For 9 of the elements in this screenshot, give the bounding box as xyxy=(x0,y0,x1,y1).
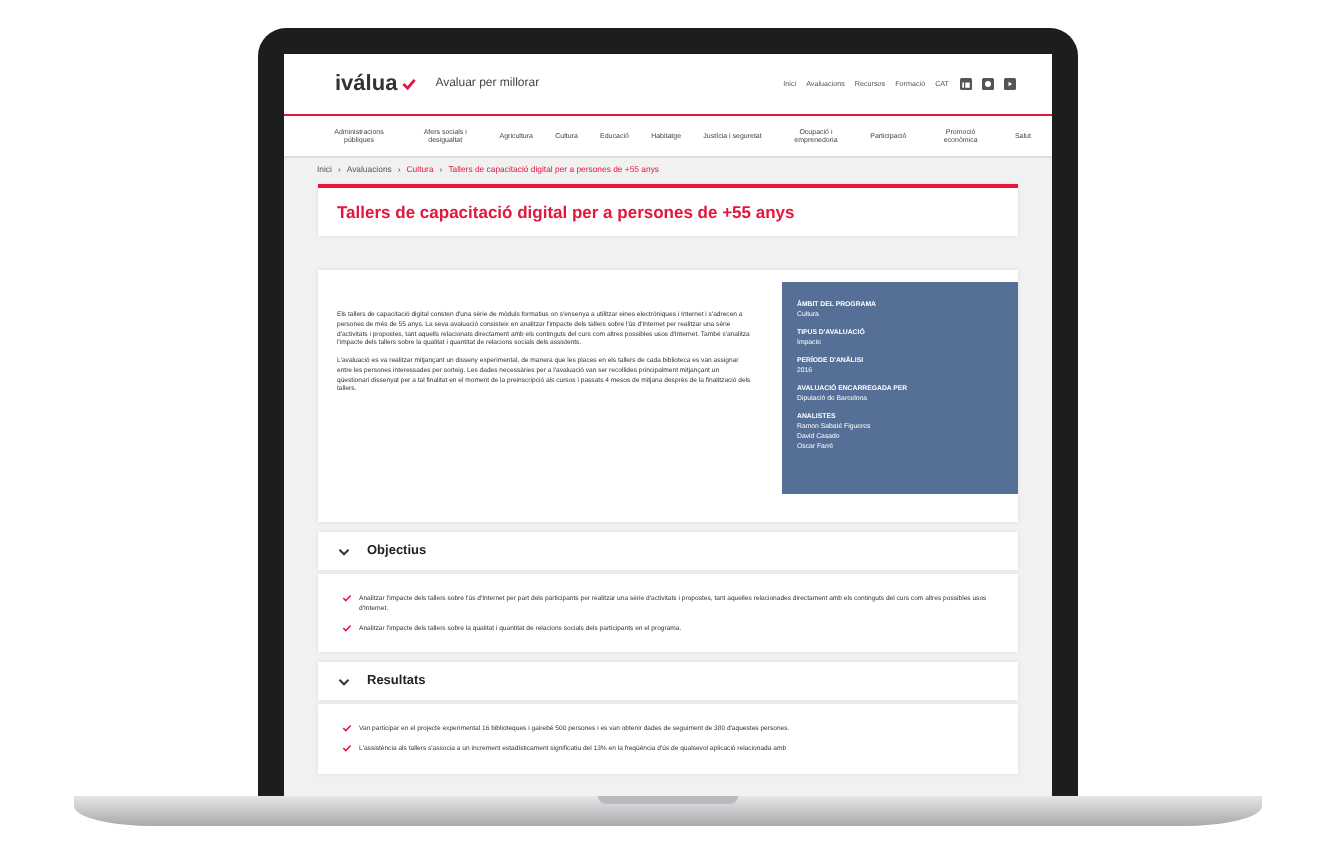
check-mark-icon xyxy=(401,78,416,90)
site-logo[interactable]: iválua xyxy=(335,72,398,96)
check-icon xyxy=(341,744,351,753)
video-icon[interactable] xyxy=(1003,78,1015,90)
check-icon xyxy=(341,594,351,602)
page-title: Tallers de capacitació digital per a persones de +55 anys xyxy=(337,202,797,222)
check-icon xyxy=(341,724,351,733)
check-icon xyxy=(341,623,351,632)
laptop-notch xyxy=(597,796,737,804)
